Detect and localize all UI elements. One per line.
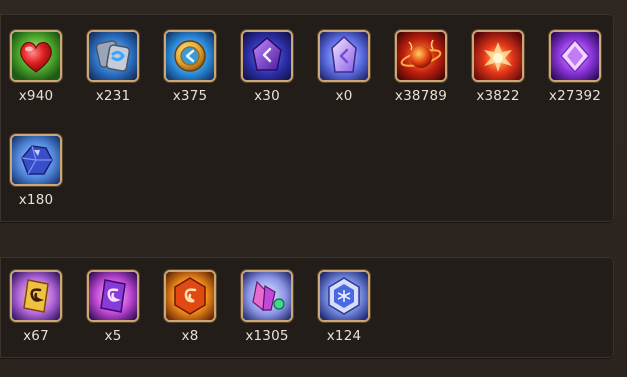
item-slot[interactable]: x38789 [389,30,453,104]
item-count: x5 [104,328,122,344]
gold-swirl-coin-icon [164,30,216,82]
item-slot[interactable]: x0 [312,30,376,104]
item-count: x375 [172,88,208,104]
item-slot[interactable]: x8 [158,270,222,344]
inventory-panel-1: x940 x231 x375 x30 x0 x38789 x3822 x2739… [0,14,614,222]
heart-icon [10,30,62,82]
item-count: x0 [335,88,353,104]
purple-rune-crystal-icon [241,30,293,82]
item-slot[interactable]: x231 [81,30,145,104]
item-slot[interactable]: x375 [158,30,222,104]
orange-swirl-hexagon-icon [164,270,216,322]
item-slot[interactable]: x27392 [543,30,607,104]
item-count: x38789 [394,88,448,104]
blue-hex-gem-icon [318,270,370,322]
purple-swirl-scroll-icon [87,270,139,322]
item-slot[interactable]: x1305 [235,270,299,344]
gold-swirl-scroll-icon [10,270,62,322]
item-slot[interactable]: x180 [4,134,68,208]
blue-ore-icon [10,134,62,186]
pink-crystal-shards-icon [241,270,293,322]
item-count: x8 [181,328,199,344]
white-purple-crystal-icon [318,30,370,82]
item-count: x180 [18,192,54,208]
item-count: x231 [95,88,131,104]
item-count: x940 [18,88,54,104]
red-flame-planet-icon [395,30,447,82]
item-slot[interactable]: x940 [4,30,68,104]
item-count: x30 [254,88,280,104]
red-flame-burst-icon [472,30,524,82]
item-slot[interactable]: x124 [312,270,376,344]
item-count: x3822 [476,88,520,104]
item-slot[interactable]: x30 [235,30,299,104]
item-slot[interactable]: x3822 [466,30,530,104]
item-slot[interactable]: x5 [81,270,145,344]
inventory-screen: x940 x231 x375 x30 x0 x38789 x3822 x2739… [0,0,627,377]
item-count: x1305 [245,328,289,344]
purple-diamond-icon [549,30,601,82]
item-count: x27392 [548,88,602,104]
blue-swirl-scroll-icon [87,30,139,82]
item-slot[interactable]: x67 [4,270,68,344]
item-count: x124 [326,328,362,344]
inventory-panel-2: x67 x5 x8 x1305 x124 [0,257,614,358]
item-count: x67 [23,328,49,344]
